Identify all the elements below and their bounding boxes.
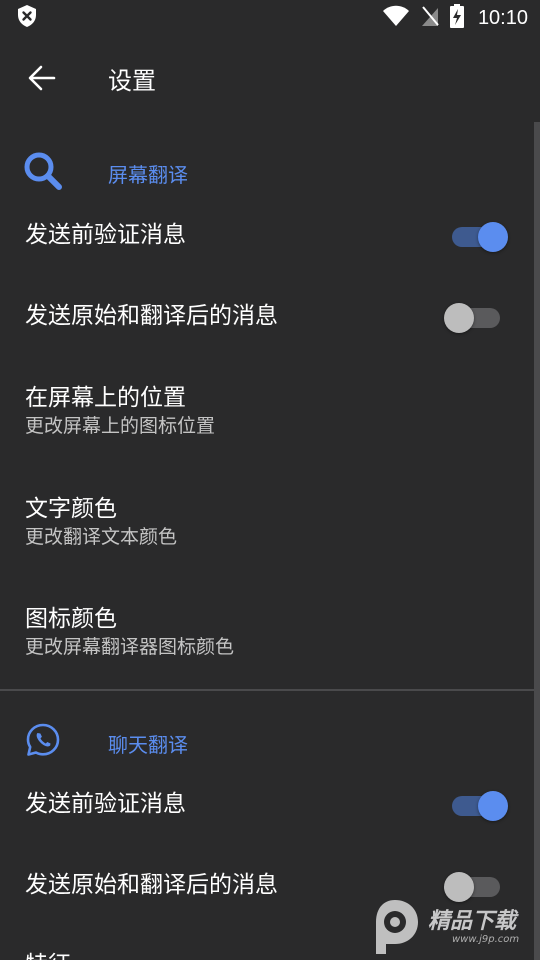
status-bar: 10:10 bbox=[0, 0, 540, 36]
shield-x-icon bbox=[16, 4, 38, 32]
screen-position-row[interactable]: 在屏幕上的位置 更改屏幕上的图标位置 bbox=[0, 383, 534, 439]
wifi-icon bbox=[382, 5, 410, 31]
row-subtitle: 更改翻译文本颜色 bbox=[25, 526, 178, 548]
whatsapp-icon bbox=[22, 719, 64, 761]
row-subtitle: 更改屏幕上的图标位置 bbox=[25, 415, 216, 437]
page-title: 设置 bbox=[108, 66, 156, 95]
switch-knob bbox=[478, 791, 508, 821]
switch-knob bbox=[478, 222, 508, 252]
search-icon bbox=[22, 150, 64, 192]
watermark-logo-icon bbox=[376, 900, 418, 954]
section-header-screen-translation: 屏幕翻译 bbox=[0, 122, 534, 220]
chat-verify-before-send-switch[interactable] bbox=[452, 791, 508, 821]
scrollbar[interactable] bbox=[534, 122, 540, 960]
verify-before-send-switch[interactable] bbox=[452, 222, 508, 252]
chat-verify-before-send-toggle-row[interactable]: 发送前验证消息 bbox=[0, 789, 534, 827]
row-title: 图标颜色 bbox=[25, 606, 117, 632]
watermark-text: 精品下载 bbox=[428, 908, 517, 934]
section-header-chat-translation: 聊天翻译 bbox=[0, 691, 534, 789]
verify-before-send-toggle-row[interactable]: 发送前验证消息 bbox=[0, 220, 534, 258]
status-time: 10:10 bbox=[477, 6, 528, 29]
toolbar: 设置 bbox=[0, 40, 540, 116]
watermark-url: www.j9p.com bbox=[452, 933, 520, 945]
row-title: 在屏幕上的位置 bbox=[25, 385, 186, 411]
section-title: 屏幕翻译 bbox=[108, 163, 188, 187]
send-original-and-translated-row[interactable]: 发送原始和翻译后的消息 bbox=[0, 301, 534, 339]
watermark: 精品下载 www.j9p.com bbox=[368, 896, 536, 958]
icon-color-row[interactable]: 图标颜色 更改屏幕翻译器图标颜色 bbox=[0, 604, 534, 660]
section-title: 聊天翻译 bbox=[108, 733, 188, 757]
row-subtitle: 更改屏幕翻译器图标颜色 bbox=[25, 636, 235, 658]
settings-screen: 10:10 设置 屏幕翻译 发送前验证消息 发送原始和翻译后的消息 在屏幕上的位… bbox=[0, 0, 540, 960]
row-title: 文字颜色 bbox=[25, 496, 117, 522]
chat-send-original-and-translated-switch[interactable] bbox=[444, 872, 500, 902]
text-color-row[interactable]: 文字颜色 更改翻译文本颜色 bbox=[0, 494, 534, 550]
switch-knob bbox=[444, 303, 474, 333]
arrow-back-icon bbox=[28, 65, 56, 91]
no-sim-icon bbox=[420, 5, 440, 31]
back-button[interactable] bbox=[14, 50, 70, 106]
battery-charging-icon bbox=[449, 4, 464, 32]
send-original-and-translated-switch[interactable] bbox=[444, 303, 500, 333]
